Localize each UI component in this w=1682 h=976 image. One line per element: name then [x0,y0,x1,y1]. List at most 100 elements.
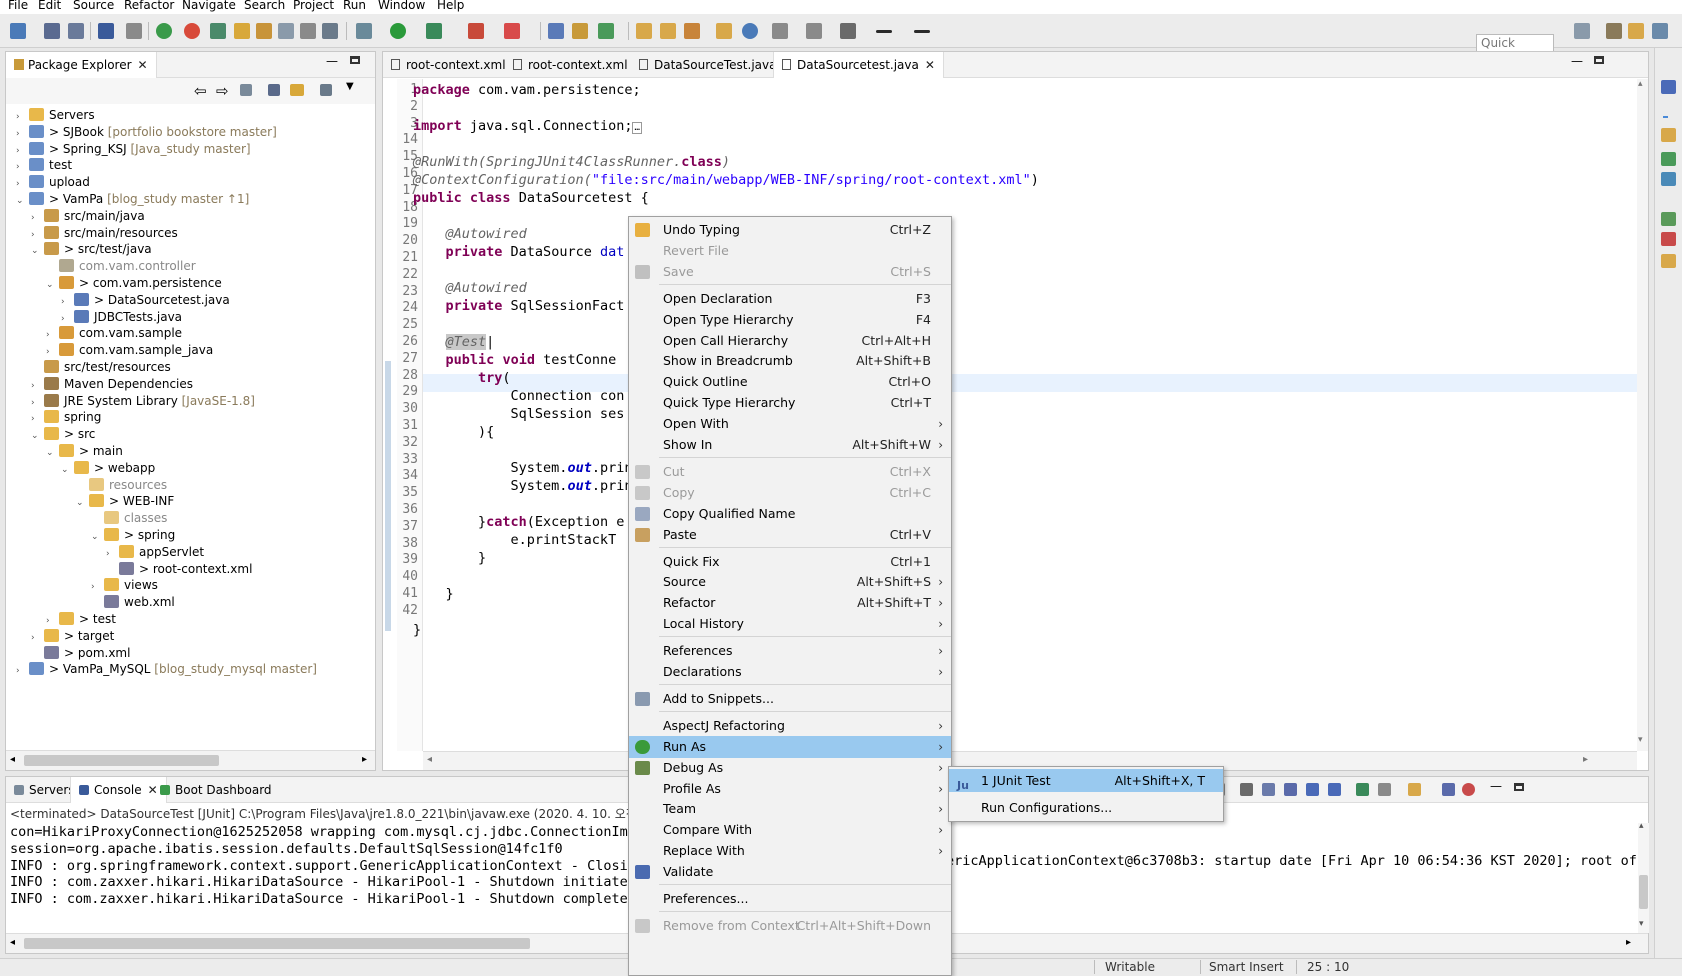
maximize-icon[interactable] [1514,783,1524,791]
task-list-icon[interactable] [1661,128,1676,142]
search-icon[interactable] [684,23,700,39]
tree-item[interactable]: › com.vam.sample [46,324,182,342]
up-icon[interactable] [240,84,252,96]
scroll-up-icon[interactable]: ▴ [1639,821,1644,831]
skip-breakpoints-icon[interactable] [126,23,142,39]
tree-item[interactable]: web.xml [91,593,175,611]
menu-item-compare-with[interactable]: Compare With › [629,819,951,841]
close-icon[interactable]: ✕ [925,58,935,72]
menu-item-preferences[interactable]: Preferences... [629,888,951,910]
tree-item[interactable]: ⌄ > VamPa [blog_study master ↑1] [16,190,249,208]
tree-item[interactable]: › JDBCTests.java [61,308,182,326]
twisty-icon[interactable]: ⌄ [76,494,86,512]
tree-item[interactable]: ⌄ > com.vam.persistence [46,274,222,292]
web-browser-icon[interactable] [742,23,758,39]
menu-item-show-in[interactable]: Show In Alt+Shift+W › [629,434,951,456]
tree-item[interactable]: › > DataSourcetest.java [61,291,230,309]
tree-item[interactable]: ⌄ > src [31,425,95,443]
open-file-icon[interactable] [1442,783,1455,796]
menu-item-add-to-snippets[interactable]: Add to Snippets... [629,688,951,710]
focus-task-icon[interactable] [320,84,332,96]
scroll-left-icon[interactable]: ◂ [10,754,15,765]
block-selection-icon[interactable] [278,23,294,39]
menu-edit[interactable]: Edit [38,0,61,12]
tree-item[interactable]: › appServlet [106,543,204,561]
submenu-item-run-configurations[interactable]: Run Configurations... [949,796,1223,819]
spring-explorer-icon[interactable] [1661,212,1676,226]
menu-item-run-as[interactable]: Run As › [629,735,951,758]
menu-item-open-declaration[interactable]: Open Declaration F3 [629,288,951,310]
relaunch-icon[interactable] [184,23,200,39]
tree-item[interactable]: src/test/resources [31,358,171,376]
menu-project[interactable]: Project [293,0,334,12]
twisty-icon[interactable]: ⌄ [61,461,71,479]
scroll-thumb[interactable] [1639,875,1648,909]
menu-item-paste[interactable]: Paste Ctrl+V [629,524,951,546]
tree-item[interactable]: ⌄ > WEB-INF [76,492,174,510]
menu-file[interactable]: File [8,0,28,12]
whitespace-icon[interactable] [300,23,316,39]
word-wrap-icon[interactable] [1284,783,1297,796]
menu-refactor[interactable]: Refactor [124,0,174,12]
tree-item[interactable]: ⌄ > main [46,442,123,460]
menu-navigate[interactable]: Navigate [182,0,236,12]
menu-item-undo-typing[interactable]: Undo Typing Ctrl+Z [629,219,951,241]
tree-item[interactable]: › JRE System Library [JavaSE-1.8] [31,392,255,410]
tree-item[interactable]: resources [76,476,167,494]
bookmarks-view-icon[interactable] [1661,254,1676,268]
external-tools-icon[interactable] [504,23,520,39]
scroll-up-icon[interactable]: ▴ [1638,79,1643,89]
tab-datasourcetest-java[interactable]: DataSourceTest.java [631,52,784,78]
java-ee-perspective-icon[interactable] [1606,23,1622,39]
minimize-icon[interactable]: — [1490,779,1502,793]
show-stdout-icon[interactable] [1306,783,1319,796]
scroll-down-icon[interactable]: ▾ [1638,735,1643,745]
menu-item-open-call-hierarchy[interactable]: Open Call Hierarchy Ctrl+Alt+H [629,330,951,352]
scroll-thumb[interactable] [24,938,530,949]
minimize-icon[interactable]: — [1571,54,1583,68]
scroll-lock-icon[interactable] [1262,783,1275,796]
new-icon[interactable] [10,23,26,39]
menu-item-local-history[interactable]: Local History › [629,613,951,635]
submenu-item-1-junit-test[interactable]: Ju 1 JUnit Test Alt+Shift+X, T [949,769,1223,792]
show-stderr-icon[interactable] [1328,783,1341,796]
stop-icon[interactable] [468,23,484,39]
tree-item[interactable]: › > target [31,627,114,645]
vertical-scrollbar[interactable]: ▴ ▾ [1638,821,1649,933]
scroll-right-icon[interactable]: ▸ [1626,937,1631,948]
menu-item-references[interactable]: References › [629,640,951,662]
tree-item[interactable]: › > VamPa_MySQL [blog_study_mysql master] [16,660,317,678]
pin-icon[interactable] [1356,783,1369,796]
scroll-down-icon[interactable]: ▾ [1639,919,1644,929]
edit-icon[interactable] [256,23,272,39]
tree-item[interactable]: classes [91,509,167,527]
menu-source[interactable]: Source [73,0,114,12]
tree-item[interactable]: › src/main/resources [31,224,178,242]
menu-item-team[interactable]: Team › [629,798,951,820]
menu-run[interactable]: Run [343,0,366,12]
menu-item-declarations[interactable]: Declarations › [629,661,951,683]
tree-item[interactable]: › Maven Dependencies [31,375,193,393]
next-annotation-icon[interactable] [772,23,788,39]
junit-view-icon[interactable] [1661,152,1676,166]
view-menu-icon[interactable]: ▼ [346,81,354,92]
menu-help[interactable]: Help [437,0,464,12]
tree-item[interactable]: › > SJBook [portfolio bookstore master] [16,123,277,141]
twisty-icon[interactable]: ⌄ [16,192,26,210]
display-console-icon[interactable] [1378,783,1391,796]
coverage-icon[interactable] [426,23,442,39]
tree-item[interactable]: > pom.xml [31,644,130,662]
last-edit-icon[interactable] [840,23,856,39]
previous-annotation-icon[interactable] [806,23,822,39]
spring-boot-icon[interactable] [156,23,172,39]
close-icon[interactable]: ✕ [138,58,148,72]
outline-view-icon[interactable] [1661,80,1676,94]
progress-view-icon[interactable] [1661,172,1676,186]
new-class-icon[interactable] [598,23,614,39]
menu-item-copy-qualified-name[interactable]: Copy Qualified Name [629,503,951,525]
menu-item-aspectj-refactoring[interactable]: AspectJ Refactoring › [629,715,951,737]
open-type-icon[interactable] [636,23,652,39]
tab-package-explorer[interactable]: Package Explorer ✕ [6,52,157,78]
java-perspective-icon[interactable] [1628,23,1644,39]
forward-icon[interactable] [914,30,930,33]
